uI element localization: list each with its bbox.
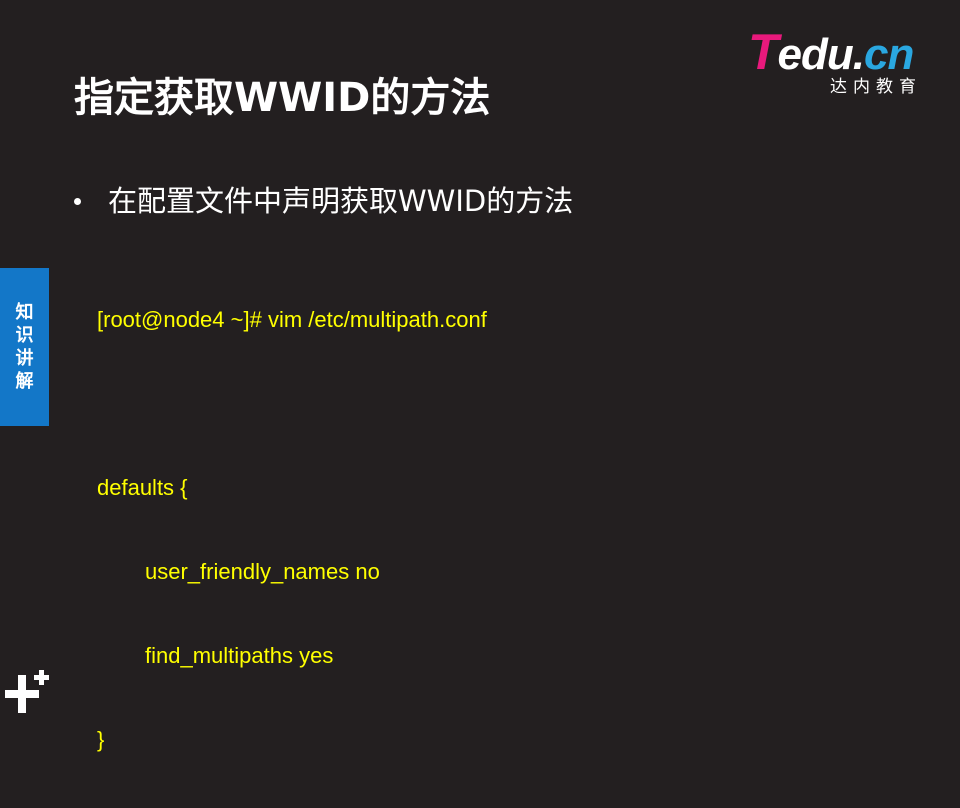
side-tab-char: 讲	[15, 348, 34, 369]
side-tab-char: 解	[15, 371, 34, 392]
slide-title: 指定获取WWID的方法	[74, 75, 491, 121]
logo-cn: cn	[864, 30, 914, 79]
slide: Tedu. cn 达内教育 指定获取WWID的方法 在配置文件中声明获取WWID的…	[0, 0, 960, 752]
bullet-text: 在配置文件中声明获取WWID的方法	[108, 184, 574, 218]
bullet-dot-icon	[74, 197, 81, 205]
code-line-defaults-close: }	[97, 727, 105, 752]
logo-wordmark: Tedu. cn	[748, 24, 914, 80]
logo-edu: edu.	[777, 30, 865, 79]
code-block: [root@node4 ~]# vim /etc/multipath.conf …	[97, 252, 487, 808]
logo-subtitle: 达内教育	[830, 77, 922, 97]
code-line-user-friendly-names: user_friendly_names no	[145, 559, 380, 584]
logo-t: T	[748, 24, 779, 80]
side-tab-char: 知	[15, 302, 34, 323]
knowledge-lecture-tab: 知 识 讲 解	[0, 268, 49, 426]
plus-small-icon	[34, 670, 49, 685]
code-line-find-multipaths: find_multipaths yes	[145, 643, 334, 668]
code-line-command: [root@node4 ~]# vim /etc/multipath.conf	[97, 307, 487, 332]
tedu-logo: Tedu. cn 达内教育	[748, 24, 928, 98]
side-tab-char: 识	[15, 325, 34, 346]
bullet-item: 在配置文件中声明获取WWID的方法	[74, 180, 573, 222]
code-line-defaults-open: defaults {	[97, 475, 188, 500]
